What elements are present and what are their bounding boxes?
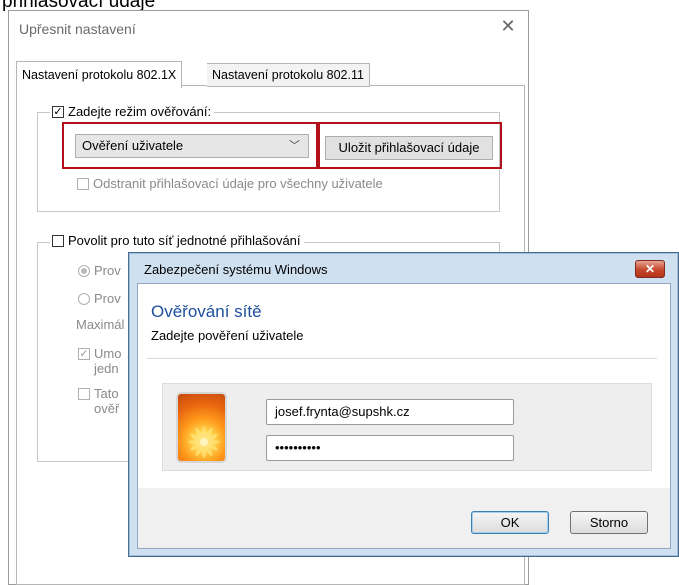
save-credentials-button[interactable]: Uložit přihlašovací údaje (325, 136, 493, 160)
max-delay-label: Maximál (76, 317, 125, 332)
sso-row[interactable]: Povolit pro tuto síť jednotné přihlašová… (50, 233, 304, 248)
chevron-down-icon: ﹀ (289, 140, 300, 152)
auth-mode-row[interactable]: ✓ Zadejte režim ověřování: (50, 104, 215, 119)
sso-radio-2[interactable]: Prov (76, 291, 124, 306)
password-input[interactable]: •••••••••• (266, 435, 514, 461)
sso-option-2-label: Tato ověř (94, 386, 120, 416)
user-avatar-icon (176, 392, 227, 463)
sso-option-checkbox-2[interactable] (78, 388, 90, 400)
sso-checkbox-1[interactable]: ✓ Umo jedn (76, 346, 124, 376)
flower-icon (188, 426, 220, 458)
ok-button[interactable]: OK (471, 511, 549, 534)
tab-8021x[interactable]: Nastavení protokolu 802.1X (16, 61, 183, 88)
auth-mode-label: Zadejte režim ověřování: (68, 104, 212, 119)
sso-checkbox-2[interactable]: Tato ověř (76, 386, 122, 416)
separator (147, 358, 657, 359)
remove-credentials-label: Odstranit přihlašovací údaje pro všechny… (93, 176, 383, 191)
sso-checkbox[interactable] (52, 234, 64, 247)
security-dialog-title: Zabezpečení systému Windows (144, 262, 328, 277)
auth-mode-checkbox[interactable]: ✓ (52, 105, 64, 118)
radio-button-selected[interactable] (78, 264, 90, 277)
dialog-title: Upřesnit nastavení (19, 21, 136, 37)
sso-option-checkbox-1[interactable]: ✓ (78, 348, 90, 360)
sso-radio-1[interactable]: Prov (76, 263, 124, 278)
tab-80211[interactable]: Nastavení protokolu 802.11 (207, 63, 370, 87)
sso-option-1-label: Umo jedn (94, 346, 122, 376)
auth-mode-select-value: Ověření uživatele (82, 138, 184, 153)
close-icon[interactable]: ✕ (635, 260, 665, 278)
radio-button[interactable] (78, 292, 90, 305)
username-input[interactable]: josef.frynta@supshk.cz (266, 399, 514, 425)
auth-mode-select[interactable]: Ověření uživatele ﹀ (75, 134, 309, 158)
close-icon[interactable]: ✕ (498, 16, 518, 36)
cancel-button[interactable]: Storno (570, 511, 648, 534)
sso-radio-1-label: Prov (94, 263, 121, 278)
remove-credentials-row[interactable]: Odstranit přihlašovací údaje pro všechny… (75, 176, 386, 191)
sso-radio-2-label: Prov (94, 291, 121, 306)
network-auth-heading: Ověřování sítě (151, 302, 262, 321)
enter-credentials-label: Zadejte pověření uživatele (151, 328, 304, 343)
windows-security-dialog: Zabezpečení systému Windows ✕ Ověřování … (128, 252, 679, 557)
remove-credentials-checkbox[interactable] (77, 177, 89, 190)
sso-label: Povolit pro tuto síť jednotné přihlašová… (68, 233, 301, 248)
